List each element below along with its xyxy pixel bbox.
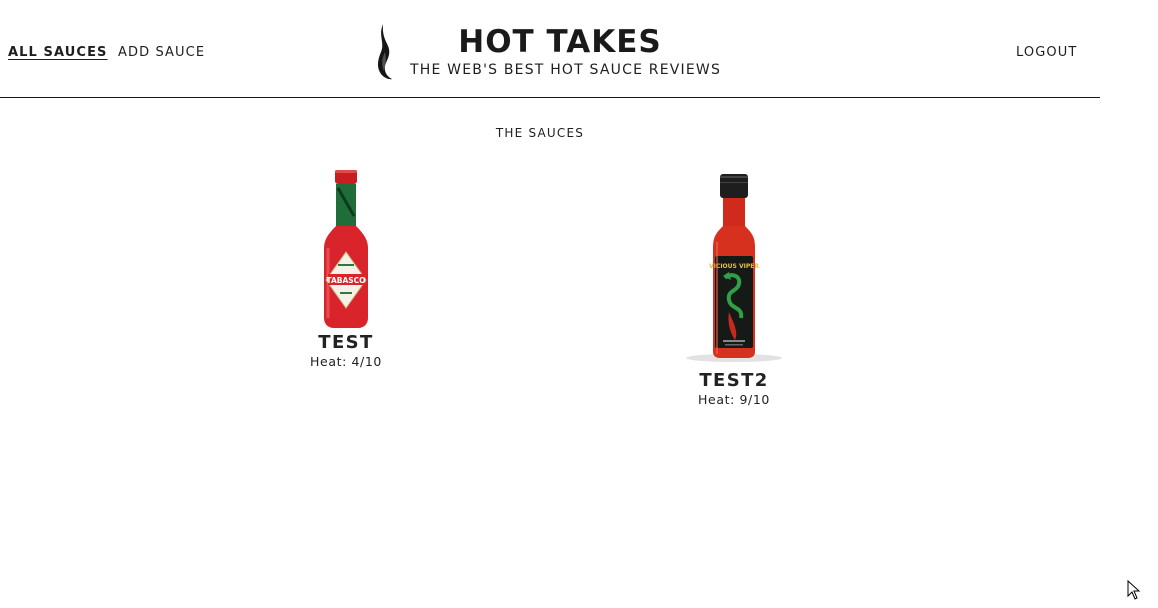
mouse-cursor-icon xyxy=(1127,580,1141,600)
site-subtitle: THE WEB'S BEST HOT SAUCE REVIEWS xyxy=(410,62,722,78)
sauce-card[interactable]: VICIOUS VIPER TEST2 Heat: 9/10 xyxy=(634,172,834,407)
logout-link[interactable]: LOGOUT xyxy=(1016,45,1077,60)
sauce-heat: Heat: 4/10 xyxy=(310,354,382,369)
sauces-heading: THE SAUCES xyxy=(495,126,585,140)
bottle-label-text: TABASCO xyxy=(326,276,365,285)
sauce-heat: Heat: 9/10 xyxy=(698,392,770,407)
sauce-name: TEST xyxy=(318,332,374,353)
sauce-bottle-image: VICIOUS VIPER xyxy=(686,174,782,362)
sauce-bottle-image: TABASCO xyxy=(324,170,368,328)
page: ALL SAUCES ADD SAUCE HOT TAKES THE WEB'S… xyxy=(0,0,1158,608)
flame-icon xyxy=(377,24,392,80)
site-header: ALL SAUCES ADD SAUCE HOT TAKES THE WEB'S… xyxy=(0,0,1100,98)
sauce-name: TEST2 xyxy=(699,370,769,391)
site-title: HOT TAKES xyxy=(458,24,662,60)
sauce-card[interactable]: TABASCO TEST Heat: 4/10 xyxy=(246,168,446,369)
nav-all-sauces-link[interactable]: ALL SAUCES xyxy=(8,45,108,60)
nav-add-sauce-link[interactable]: ADD SAUCE xyxy=(118,45,205,60)
